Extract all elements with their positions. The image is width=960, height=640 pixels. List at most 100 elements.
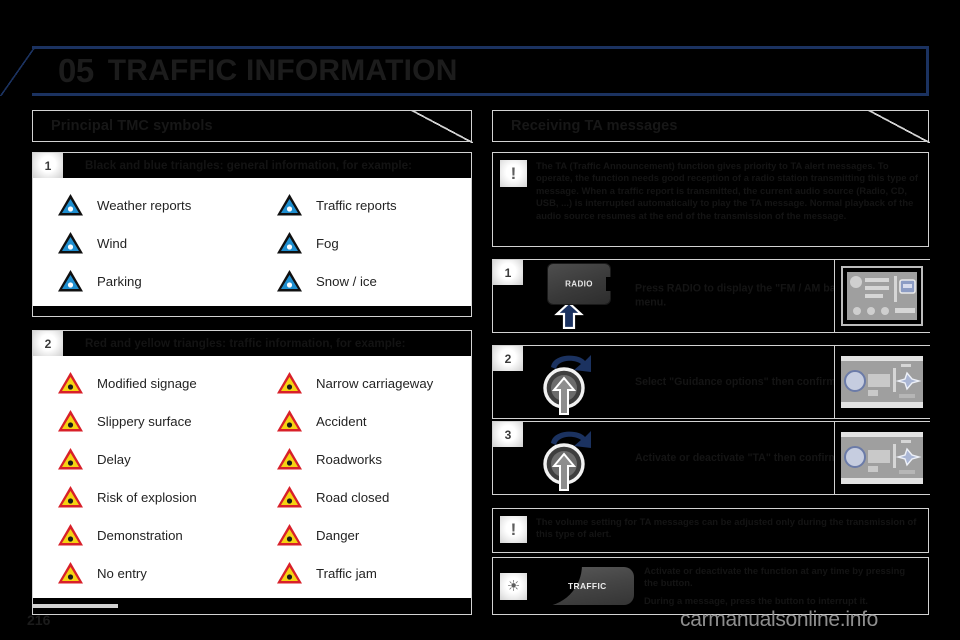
ta-intro-note-text: The TA (Traffic Announcement) function g… [536, 160, 918, 221]
category-2-badge: 2 [33, 331, 63, 356]
tmc-symbol-item: Delay [33, 440, 252, 478]
tmc-symbol-label: Slippery surface [97, 413, 192, 429]
tmc-symbol-item: Traffic reports [252, 186, 471, 224]
step-1-badge: 1 [493, 260, 523, 285]
red-triangle-accident-icon [276, 409, 303, 433]
traffic-button[interactable]: TRAFFIC [536, 565, 634, 607]
tmc-symbol-label: Modified signage [97, 375, 197, 391]
blue-triangle-info-icon [276, 193, 303, 217]
manual-page: 05 TRAFFIC INFORMATION Principal TMC sym… [0, 0, 960, 640]
section-title-right: Receiving TA messages [511, 118, 678, 134]
header-notch [410, 109, 473, 143]
red-triangle-traffic-jam-icon [277, 562, 302, 584]
step-1: 1 RADIO Press RADIO to display the "FM /… [492, 258, 930, 333]
tmc-symbol-item: Wind [33, 224, 252, 262]
symbol-grid-2: Modified signage Narrow carriageway Slippe… [33, 356, 471, 598]
red-triangle-traffic-jam-icon [276, 561, 303, 585]
tmc-symbol-item: Risk of explosion [33, 478, 252, 516]
step-2: 2 Select "Guidance options" then confirm… [492, 344, 930, 419]
tmc-symbol-label: Risk of explosion [97, 489, 197, 505]
traffic-note-text-block: Activate or deactivate the function at a… [644, 565, 920, 607]
tmc-symbol-label: Fog [316, 235, 339, 251]
red-triangle-road-closed-icon [276, 485, 303, 509]
watermark: carmanualsonline.info [680, 608, 878, 631]
rotary-knob-icon[interactable] [533, 350, 625, 416]
tmc-symbol-item: No entry [33, 554, 252, 592]
tmc-symbol-label: Accident [316, 413, 367, 429]
tmc-category-1-box: 1 Black and blue triangles: general info… [32, 152, 472, 317]
tmc-symbol-item: Accident [252, 402, 471, 440]
tmc-symbol-label: Roadworks [316, 451, 382, 467]
tmc-symbol-item: Weather reports [33, 186, 252, 224]
traffic-button-label: TRAFFIC [568, 581, 607, 591]
ta-volume-note-text: The volume setting for TA messages can b… [536, 516, 917, 540]
tmc-symbol-item: Narrow carriageway [252, 364, 471, 402]
tmc-symbol-label: Parking [97, 273, 142, 289]
tmc-symbol-item: Slippery surface [33, 402, 252, 440]
red-triangle-accident-icon [277, 410, 302, 432]
red-triangle-explosion-icon [58, 486, 83, 508]
red-triangle-roadworks-icon [276, 447, 303, 471]
red-triangle-traffic-light-icon [58, 372, 83, 394]
tmc-symbol-item: Demonstration [33, 516, 252, 554]
blue-triangle-wind-icon [57, 231, 84, 255]
tmc-symbol-item: Snow / ice [252, 262, 471, 300]
tmc-symbol-label: No entry [97, 565, 147, 581]
radio-panel-thumbnail [833, 258, 930, 333]
tmc-symbol-label: Danger [316, 527, 360, 543]
tmc-symbol-item: Fog [252, 224, 471, 262]
page-title: TRAFFIC INFORMATION [107, 54, 458, 87]
red-triangle-exclamation-icon [276, 523, 303, 547]
red-triangle-explosion-icon [57, 485, 84, 509]
category-1-bar: 1 Black and blue triangles: general info… [33, 153, 471, 178]
lightbulb-note-icon: ☀ [500, 572, 527, 600]
red-triangle-no-entry-icon [57, 561, 84, 585]
tmc-symbol-item: Roadworks [252, 440, 471, 478]
red-triangle-clock-icon [58, 448, 83, 470]
tmc-symbol-label: Delay [97, 451, 131, 467]
tmc-symbol-label: Road closed [316, 489, 390, 505]
blue-triangle-snow-icon [277, 270, 302, 292]
header-notch [867, 109, 930, 143]
tmc-symbol-label: Narrow carriageway [316, 375, 434, 391]
section-title-left: Principal TMC symbols [51, 118, 213, 134]
ta-volume-note: ! The volume setting for TA messages can… [492, 508, 929, 553]
category-2-bar: 2 Red and yellow triangles: traffic info… [33, 331, 471, 356]
red-triangle-slippery-icon [57, 409, 84, 433]
tmc-symbol-item: Parking [33, 262, 252, 300]
step-3-badge: 3 [493, 422, 523, 447]
tmc-symbol-item: Road closed [252, 478, 471, 516]
blue-triangle-fog-icon [277, 232, 302, 254]
step-2-badge: 2 [493, 346, 523, 371]
footer-rule [32, 604, 118, 608]
blue-triangle-parking-icon [58, 270, 83, 292]
blue-triangle-weather-icon [58, 194, 83, 216]
step-3: 3 Activate or deactivate "TA" then confi… [492, 420, 930, 495]
tmc-symbol-item: Danger [252, 516, 471, 554]
knob-panel-thumbnail [833, 344, 930, 419]
section-header-receiving-ta-messages: Receiving TA messages [492, 109, 930, 143]
red-triangle-traffic-light-icon [57, 371, 84, 395]
blue-triangle-wind-icon [58, 232, 83, 254]
red-triangle-demonstration-icon [57, 523, 84, 547]
radio-button[interactable]: RADIO [548, 264, 610, 304]
red-triangle-demonstration-icon [58, 524, 83, 546]
traffic-note-line-1: Activate or deactivate the function at a… [644, 564, 906, 589]
chapter-number: 05 [58, 52, 94, 89]
red-triangle-slippery-icon [58, 410, 83, 432]
chapter-title-row: 05 TRAFFIC INFORMATION [58, 44, 458, 98]
red-triangle-exclamation-icon [277, 524, 302, 546]
tmc-symbol-label: Weather reports [97, 197, 192, 213]
tmc-symbol-label: Demonstration [97, 527, 183, 543]
ta-intro-note: ! The TA (Traffic Announcement) function… [492, 152, 929, 247]
tmc-symbol-label: Snow / ice [316, 273, 377, 289]
rotary-knob-icon[interactable] [533, 426, 625, 492]
step-3-control-art [533, 426, 625, 492]
blue-triangle-parking-icon [57, 269, 84, 293]
tmc-symbol-label: Traffic reports [316, 197, 397, 213]
step-2-control-art [533, 350, 625, 416]
red-triangle-road-closed-icon [277, 486, 302, 508]
symbol-grid-1: Weather reports Traffic reports Wind Fog Par… [33, 178, 471, 306]
category-1-badge: 1 [33, 153, 63, 178]
blue-triangle-info-icon [277, 194, 302, 216]
